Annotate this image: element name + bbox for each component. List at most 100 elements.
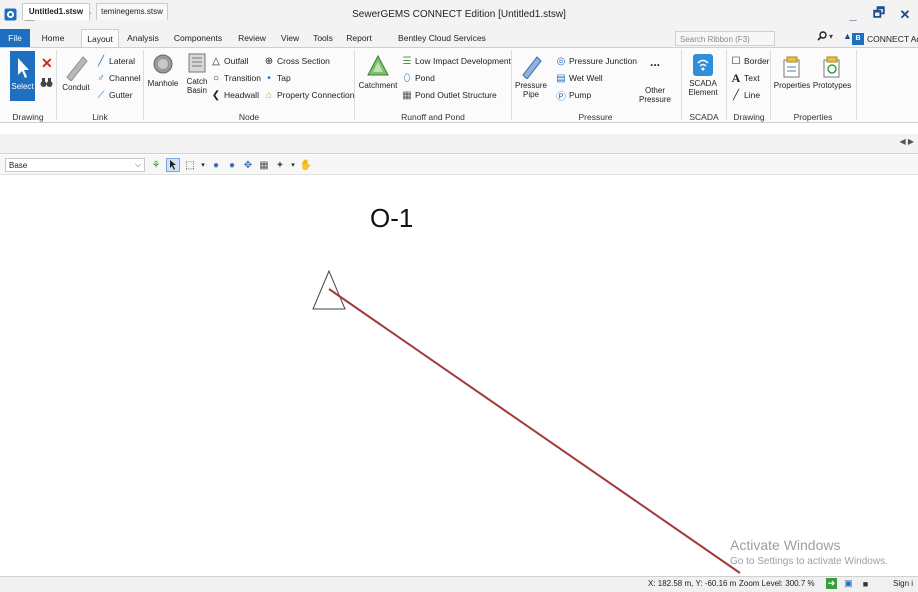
zoom-window-icon[interactable]: ⬚	[184, 159, 196, 171]
status-coordinates: X: 182.58 m, Y: -60.16 m	[648, 579, 737, 588]
pressure-junction-button[interactable]: ◎ Pressure Junction	[556, 56, 637, 67]
catch-basin-label: Catch Basin	[186, 77, 208, 95]
delete-icon[interactable]: ✕	[41, 55, 53, 72]
layers-icon[interactable]: ⚘	[150, 159, 162, 171]
manhole-label: Manhole	[147, 79, 179, 88]
chevron-down-icon[interactable]: ⌵	[135, 158, 141, 172]
conduit-label: Conduit	[62, 83, 90, 92]
zoom-previous-icon[interactable]: ▦	[258, 159, 270, 171]
prototypes-button[interactable]: Prototypes	[812, 55, 852, 90]
catchment-icon	[367, 54, 389, 76]
scenario-select[interactable]: Base	[5, 158, 145, 172]
save-status-icon[interactable]: ■	[860, 578, 871, 589]
node-group-label: Node	[238, 112, 260, 122]
line-icon: ╱	[732, 89, 740, 101]
separator	[681, 50, 682, 120]
pond-outlet-icon: ▦	[402, 89, 412, 101]
pond-outlet-structure-button[interactable]: ▦ Pond Outlet Structure	[402, 89, 496, 101]
app-icon[interactable]	[4, 8, 17, 21]
drawing-tools: ⚘ ⬚ ▾ ● ● ✥ ▦ ✦ ▾ ✋	[150, 157, 312, 173]
more-pressure-icon[interactable]: ...	[635, 56, 675, 68]
catch-basin-button[interactable]: Catch Basin	[184, 53, 210, 95]
notification-icon[interactable]: ➜	[826, 578, 837, 589]
minimize-button[interactable]: _	[840, 7, 866, 22]
transition-button[interactable]: ○ Transition	[211, 73, 261, 84]
tab-tools[interactable]: Tools	[308, 29, 338, 47]
pressure-pipe-icon	[522, 56, 542, 79]
catch-basin-icon	[188, 53, 206, 73]
separator	[726, 50, 727, 120]
other-pressure-button[interactable]: Other Pressure	[633, 86, 677, 104]
tab-file[interactable]: File	[0, 29, 30, 47]
collapse-ribbon-icon[interactable]: ▲	[843, 31, 852, 41]
tab-review[interactable]: Review	[232, 29, 272, 47]
lateral-button[interactable]: ╱ Lateral	[96, 56, 135, 67]
status-icons: ➜ ▣ ■	[826, 578, 871, 589]
pond-button[interactable]: ⬯ Pond	[402, 72, 435, 84]
document-tab-bar	[0, 134, 918, 154]
outfall-button[interactable]: △ Outfall	[211, 56, 248, 67]
pressure-pipe-button[interactable]: Pressure Pipe	[513, 53, 549, 99]
headwall-button[interactable]: ❮ Headwall	[211, 90, 259, 101]
conduit-link[interactable]	[328, 288, 741, 574]
doc-tab-teminegems[interactable]: teminegems.stsw	[96, 3, 168, 20]
tab-view[interactable]: View	[276, 29, 304, 47]
manhole-button[interactable]: Manhole	[146, 53, 180, 88]
tab-report[interactable]: Report	[342, 29, 376, 47]
calculate-icon[interactable]: ▣	[843, 578, 854, 589]
properties-button[interactable]: Properties	[773, 55, 811, 90]
search-icon[interactable]	[817, 31, 827, 44]
select-pointer-icon[interactable]	[166, 158, 180, 172]
connect-advisor-button[interactable]: B CONNECT Advisor	[852, 31, 918, 46]
pan-icon[interactable]: ✋	[300, 159, 312, 171]
search-dropdown-icon[interactable]: ▾	[829, 32, 833, 41]
tab-components[interactable]: Components	[168, 29, 228, 47]
pointer-icon	[17, 58, 29, 78]
activate-windows-subtitle: Go to Settings to activate Windows.	[730, 556, 888, 567]
line-button[interactable]: ╱ Line	[731, 89, 760, 101]
pressure-pipe-label: Pressure Pipe	[514, 81, 547, 99]
find-icon[interactable]: ✦	[274, 159, 286, 171]
tab-scroll-arrows-icon[interactable]: ◀ ▶	[899, 137, 914, 146]
properties-label: Properties	[773, 81, 811, 90]
zoom-out-icon[interactable]: ●	[226, 159, 238, 171]
bentley-logo-icon: B	[852, 32, 864, 45]
low-impact-development-button[interactable]: ☰ Low Impact Development	[402, 56, 511, 67]
close-button[interactable]: ✕	[892, 7, 918, 23]
conduit-button[interactable]: Conduit	[60, 53, 92, 92]
drawing-canvas[interactable]	[0, 175, 918, 576]
restore-button[interactable]: 🗗	[866, 4, 892, 26]
channel-button[interactable]: ♂ Channel	[96, 73, 140, 84]
tab-bentley-cloud-services[interactable]: Bentley Cloud Services	[383, 29, 501, 47]
tab-home[interactable]: Home	[33, 29, 73, 47]
connect-advisor-label: CONNECT Advisor	[867, 33, 918, 44]
pump-button[interactable]: Ⓟ Pump	[556, 90, 591, 103]
dropdown-arrow-icon[interactable]: ▾	[200, 159, 206, 171]
tap-button[interactable]: • Tap	[264, 73, 290, 84]
separator	[354, 50, 355, 120]
zoom-extents-icon[interactable]: ✥	[242, 159, 254, 171]
binoculars-icon[interactable]	[40, 77, 53, 90]
property-connection-label: Property Connection	[277, 90, 355, 100]
status-zoom-level: Zoom Level: 300.7 %	[739, 579, 815, 588]
pond-icon: ⬯	[403, 72, 411, 84]
sign-in-button[interactable]: Sign i	[893, 579, 913, 588]
tab-analysis[interactable]: Analysis	[122, 29, 164, 47]
catchment-button[interactable]: Catchment	[357, 53, 399, 90]
scada-icon	[693, 54, 713, 76]
cross-section-button[interactable]: ⊕ Cross Section	[264, 55, 330, 67]
cross-section-icon: ⊕	[264, 55, 274, 67]
doc-tab-untitled1[interactable]: Untitled1.stsw	[22, 3, 90, 20]
border-button[interactable]: ☐ Border	[731, 56, 770, 67]
search-ribbon-input[interactable]: Search Ribbon (F3)	[675, 31, 775, 46]
tab-layout[interactable]: Layout	[81, 29, 119, 48]
dropdown-arrow-icon[interactable]: ▾	[290, 159, 296, 171]
gutter-button[interactable]: ⟋ Gutter	[96, 90, 133, 101]
scada-element-button[interactable]: SCADA Element	[684, 53, 722, 97]
wet-well-button[interactable]: ▤ Wet Well	[556, 73, 602, 84]
select-button[interactable]: Select	[10, 51, 35, 101]
text-button[interactable]: A Text	[731, 71, 760, 85]
zoom-in-icon[interactable]: ●	[210, 159, 222, 171]
properties-icon	[783, 56, 800, 78]
property-connection-button[interactable]: ⌂ Property Connection	[264, 90, 355, 101]
